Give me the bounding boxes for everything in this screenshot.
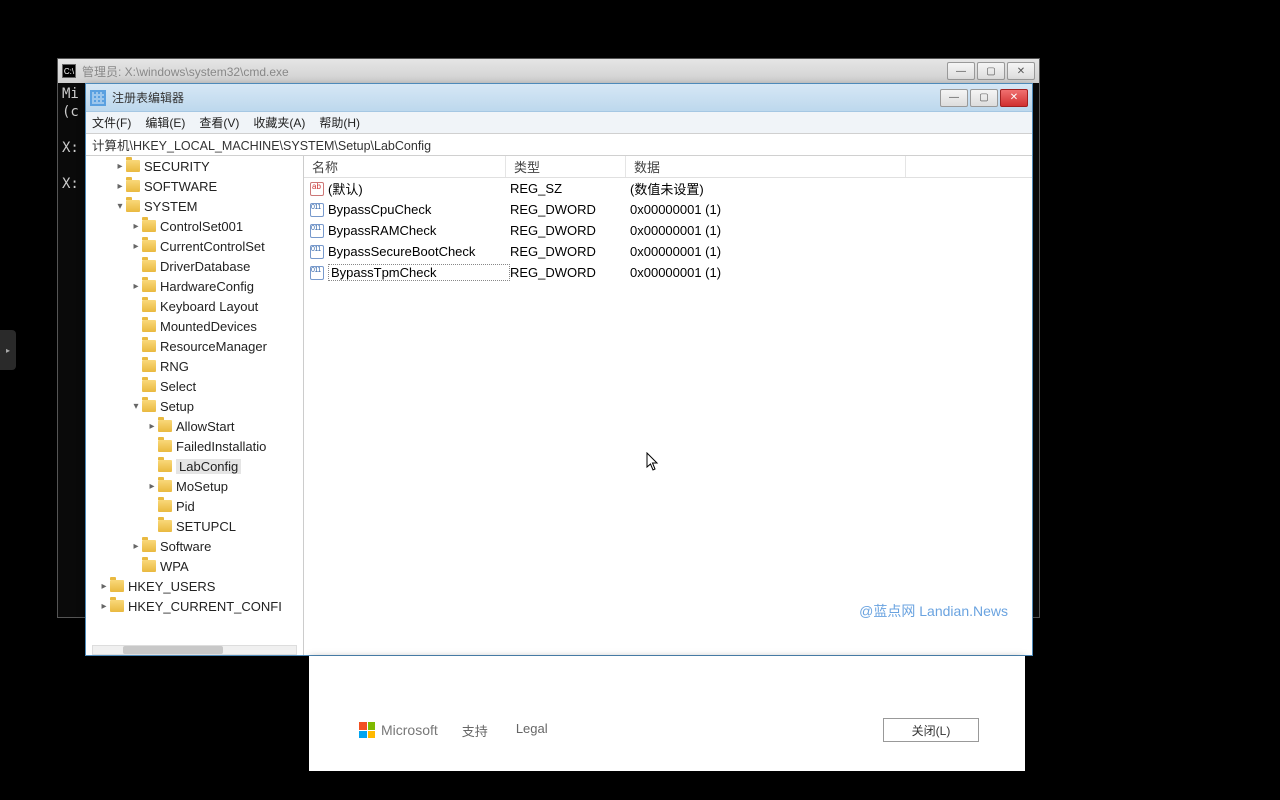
tree-item-software2[interactable]: ▸ Software <box>86 536 303 556</box>
tree-item-driverdatabase[interactable]: ▸ DriverDatabase <box>86 256 303 276</box>
reg-dword-icon <box>310 245 324 259</box>
folder-icon <box>126 160 140 172</box>
folder-icon <box>142 280 156 292</box>
folder-icon <box>142 340 156 352</box>
menu-file[interactable]: 文件(F) <box>92 114 131 131</box>
tree-item-keyboardlayout[interactable]: ▸ Keyboard Layout <box>86 296 303 316</box>
menu-help[interactable]: 帮助(H) <box>319 114 360 131</box>
regedit-window: 注册表编辑器 — ▢ ✕ 文件(F) 编辑(E) 查看(V) 收藏夹(A) 帮助… <box>85 83 1033 656</box>
folder-icon <box>158 500 172 512</box>
folder-icon <box>142 400 156 412</box>
column-header-type[interactable]: 类型 <box>506 156 626 177</box>
menu-view[interactable]: 查看(V) <box>199 114 239 131</box>
folder-icon <box>142 260 156 272</box>
tree-item-rng[interactable]: ▸ RNG <box>86 356 303 376</box>
menu-favorites[interactable]: 收藏夹(A) <box>253 114 305 131</box>
folder-icon <box>142 220 156 232</box>
microsoft-logo-text: Microsoft <box>381 722 438 738</box>
regedit-minimize-button[interactable]: — <box>940 89 968 107</box>
reg-dword-icon <box>310 203 324 217</box>
tree-hscrollbar[interactable] <box>92 645 297 655</box>
tree-item-currentcontrolset[interactable]: ▸ CurrentControlSet <box>86 236 303 256</box>
value-row[interactable]: BypassRAMCheck REG_DWORD 0x00000001 (1) <box>304 220 1032 241</box>
value-row[interactable]: BypassTpmCheck REG_DWORD 0x00000001 (1) <box>304 262 1032 283</box>
folder-icon <box>158 480 172 492</box>
value-row[interactable]: (默认) REG_SZ (数值未设置) <box>304 178 1032 199</box>
regedit-maximize-button[interactable]: ▢ <box>970 89 998 107</box>
folder-icon <box>158 460 172 472</box>
tree-item-hkey-current-config[interactable]: ▸ HKEY_CURRENT_CONFI <box>86 596 303 616</box>
folder-icon <box>158 420 172 432</box>
folder-icon <box>142 320 156 332</box>
tree-item-system[interactable]: ▾ SYSTEM <box>86 196 303 216</box>
tree-hscroll-thumb[interactable] <box>123 646 223 654</box>
reg-sz-icon <box>310 182 324 196</box>
column-header-spacer <box>906 156 1032 177</box>
folder-icon <box>110 580 124 592</box>
regedit-path[interactable]: 计算机\HKEY_LOCAL_MACHINE\SYSTEM\Setup\LabC… <box>86 134 1032 156</box>
tree-item-mounteddevices[interactable]: ▸ MountedDevices <box>86 316 303 336</box>
folder-icon <box>158 520 172 532</box>
cmd-minimize-button[interactable]: — <box>947 62 975 80</box>
value-row[interactable]: BypassCpuCheck REG_DWORD 0x00000001 (1) <box>304 199 1032 220</box>
value-row[interactable]: BypassSecureBootCheck REG_DWORD 0x000000… <box>304 241 1032 262</box>
microsoft-logo-icon <box>359 722 375 738</box>
tree-item-allowstart[interactable]: ▸ AllowStart <box>86 416 303 436</box>
values-header: 名称 类型 数据 <box>304 156 1032 178</box>
reg-dword-icon <box>310 224 324 238</box>
tree-item-select[interactable]: ▸ Select <box>86 376 303 396</box>
watermark: @蓝点网 Landian.News <box>859 601 1008 621</box>
tree-item-controlset001[interactable]: ▸ ControlSet001 <box>86 216 303 236</box>
tree-item-setup[interactable]: ▾ Setup <box>86 396 303 416</box>
folder-icon <box>126 200 140 212</box>
tree-item-hardwareconfig[interactable]: ▸ HardwareConfig <box>86 276 303 296</box>
tree-item-hkey-users[interactable]: ▸ HKEY_USERS <box>86 576 303 596</box>
column-header-data[interactable]: 数据 <box>626 156 906 177</box>
wizard-panel: Microsoft 支持 Legal 关闭(L) <box>309 656 1025 771</box>
column-header-name[interactable]: 名称 <box>304 156 506 177</box>
regedit-titlebar[interactable]: 注册表编辑器 — ▢ ✕ <box>86 84 1032 112</box>
folder-icon <box>142 300 156 312</box>
cmd-maximize-button[interactable]: ▢ <box>977 62 1005 80</box>
tree-item-mosetup[interactable]: ▸ MoSetup <box>86 476 303 496</box>
menu-edit[interactable]: 编辑(E) <box>145 114 185 131</box>
tree-item-wpa[interactable]: ▸ WPA <box>86 556 303 576</box>
cmd-titlebar[interactable]: C:\ 管理员: X:\windows\system32\cmd.exe — ▢… <box>58 59 1039 83</box>
cmd-icon: C:\ <box>62 64 76 78</box>
folder-icon <box>142 240 156 252</box>
folder-icon <box>126 180 140 192</box>
tree-item-labconfig[interactable]: ▸ LabConfig <box>86 456 303 476</box>
tree-item-security[interactable]: ▸ SECURITY <box>86 156 303 176</box>
folder-icon <box>158 440 172 452</box>
wizard-legal-link[interactable]: Legal <box>516 721 548 740</box>
wizard-support-link[interactable]: 支持 <box>462 721 488 740</box>
reg-dword-icon <box>310 266 324 280</box>
values-body: (默认) REG_SZ (数值未设置) BypassCpuCheck REG_D… <box>304 178 1032 283</box>
folder-icon <box>142 540 156 552</box>
microsoft-logo: Microsoft <box>359 722 438 738</box>
tree-panel: ▸ SECURITY ▸ SOFTWARE ▾ SYSTEM ▸ Control… <box>86 156 304 655</box>
folder-icon <box>142 560 156 572</box>
regedit-menubar: 文件(F) 编辑(E) 查看(V) 收藏夹(A) 帮助(H) <box>86 112 1032 134</box>
tree-item-pid[interactable]: ▸ Pid <box>86 496 303 516</box>
regedit-icon <box>90 90 106 106</box>
tree-item-resourcemanager[interactable]: ▸ ResourceManager <box>86 336 303 356</box>
cmd-title: 管理员: X:\windows\system32\cmd.exe <box>82 63 947 80</box>
regedit-title: 注册表编辑器 <box>112 89 940 106</box>
folder-icon <box>110 600 124 612</box>
regedit-close-button[interactable]: ✕ <box>1000 89 1028 107</box>
tree-item-software[interactable]: ▸ SOFTWARE <box>86 176 303 196</box>
folder-icon <box>142 360 156 372</box>
folder-icon <box>142 380 156 392</box>
tree-item-setupcl[interactable]: ▸ SETUPCL <box>86 516 303 536</box>
tree-item-failedinstallation[interactable]: ▸ FailedInstallatio <box>86 436 303 456</box>
cmd-close-button[interactable]: ✕ <box>1007 62 1035 80</box>
values-panel: 名称 类型 数据 (默认) REG_SZ (数值未设置) BypassCpuCh… <box>304 156 1032 655</box>
edge-tab[interactable]: ▸ <box>0 330 16 370</box>
wizard-close-button[interactable]: 关闭(L) <box>883 718 979 742</box>
